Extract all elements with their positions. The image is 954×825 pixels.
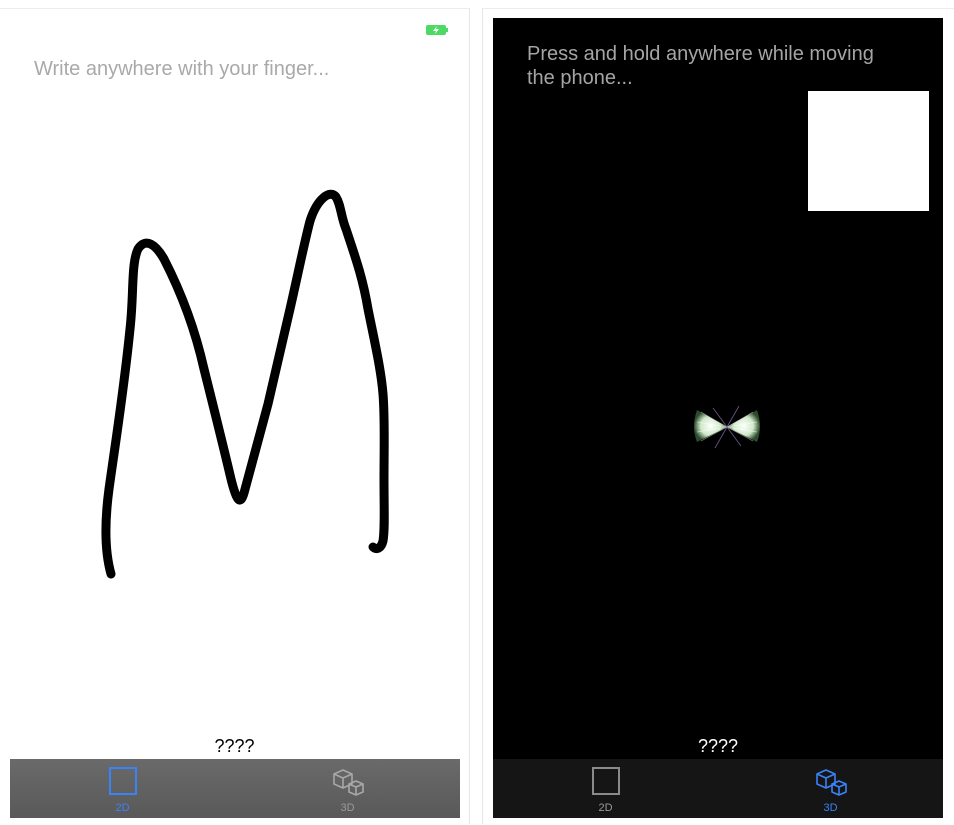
- screen-3d: Press and hold anywhere while moving the…: [482, 8, 954, 824]
- tab-2d-label: 2D: [115, 802, 130, 814]
- prediction-result-3d: ????: [697, 736, 739, 756]
- motion-hint: Press and hold anywhere while moving the…: [527, 43, 874, 89]
- tab-3d-label: 3D: [340, 802, 355, 814]
- screen-2d: Write anywhere with your finger... ???? …: [0, 8, 470, 824]
- motion-cursor-sparkle: [694, 405, 760, 449]
- tab-2d[interactable]: 2D: [10, 759, 235, 818]
- cubes-icon: [332, 769, 364, 796]
- handwritten-stroke: [101, 189, 389, 579]
- tab-2d-label: 2D: [598, 802, 613, 814]
- tab-bar: 2D 3D: [10, 759, 460, 818]
- motion-canvas[interactable]: Press and hold anywhere while moving the…: [493, 18, 943, 759]
- preview-box: [808, 91, 929, 211]
- cubes-icon: [815, 769, 847, 796]
- tab-3d[interactable]: 3D: [718, 759, 943, 818]
- square-icon: [591, 767, 620, 795]
- tab-bar-3d: 2D 3D: [493, 759, 943, 818]
- square-icon: [108, 767, 137, 795]
- prediction-result: ????: [214, 736, 255, 756]
- tab-3d[interactable]: 3D: [235, 759, 460, 818]
- tab-3d-label: 3D: [823, 802, 838, 814]
- tab-2d[interactable]: 2D: [493, 759, 718, 818]
- drawing-canvas[interactable]: [0, 9, 470, 825]
